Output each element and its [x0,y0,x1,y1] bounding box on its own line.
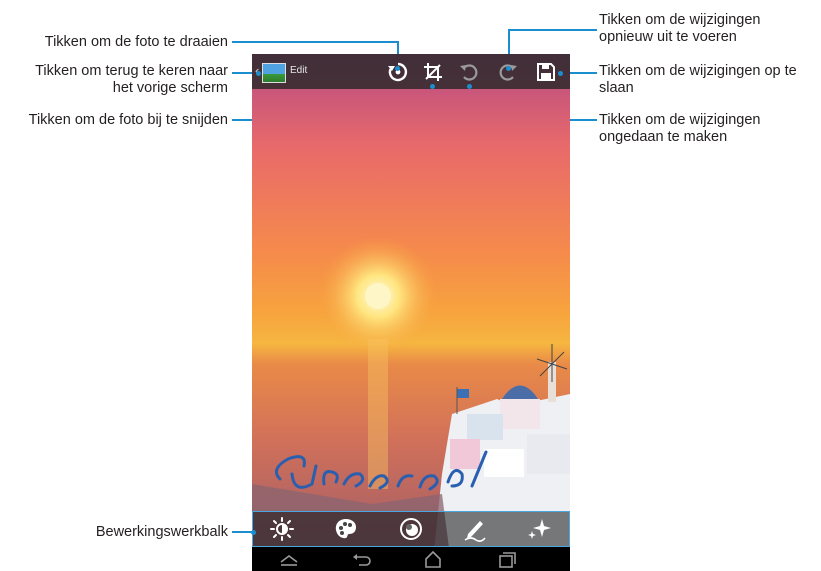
callout-redo-line1: Tikken om de wijzigingen [599,12,761,28]
navigation-bar [252,547,570,571]
dot-save [558,71,563,76]
callout-save-line2: slaan [599,80,634,96]
sparkle-icon[interactable] [526,516,552,542]
callout-undo-line2: ongedaan te maken [599,129,728,145]
undo-icon[interactable] [457,60,481,84]
screen-title: Edit [290,65,308,76]
dot-redo [506,66,511,71]
draw-icon[interactable] [462,516,488,542]
gallery-app-icon[interactable] [262,63,286,83]
nav-back-icon[interactable] [350,550,372,568]
save-icon[interactable] [534,60,558,84]
editing-toolbar [252,511,570,547]
dot-rotate [395,66,400,71]
phone-screen: ‹ Edit [252,54,570,571]
nav-home-icon[interactable] [422,550,444,568]
callout-back: Tikken om terug te keren naar het vorige… [0,63,228,97]
callout-back-line2: het vorige scherm [112,80,228,96]
callout-undo-line1: Tikken om de wijzigingen [599,112,761,128]
callout-back-line1: Tikken om terug te keren naar [35,63,228,79]
nav-up-icon[interactable] [278,550,300,568]
rotate-icon[interactable] [386,60,410,84]
callout-redo: Tikken om de wijzigingen opnieuw uit te … [599,12,760,46]
crop-icon[interactable] [421,60,445,84]
effect-icon[interactable] [398,516,424,542]
callout-save: Tikken om de wijzigingen op te slaan [599,63,797,97]
dot-undo [467,84,472,89]
callout-undo: Tikken om de wijzigingen ongedaan te mak… [599,112,760,146]
callout-save-line1: Tikken om de wijzigingen op te [599,63,797,79]
sunset-photo [252,54,570,571]
callout-crop: Tikken om de foto bij te snijden [28,112,228,128]
dot-back [256,71,261,76]
dot-toolbar [251,530,256,535]
action-bar: ‹ Edit [252,54,570,89]
dot-crop [430,84,435,89]
callout-toolbar: Bewerkingswerkbalk [95,524,228,540]
palette-icon[interactable] [333,516,359,542]
redo-icon[interactable] [496,60,520,84]
callout-redo-line2: opnieuw uit te voeren [599,29,737,45]
leader-redo-h [509,29,597,31]
nav-recent-icon[interactable] [496,550,518,568]
leader-rotate-h [232,41,398,43]
brightness-icon[interactable] [269,516,295,542]
callout-rotate: Tikken om de foto te draaien [44,34,228,50]
